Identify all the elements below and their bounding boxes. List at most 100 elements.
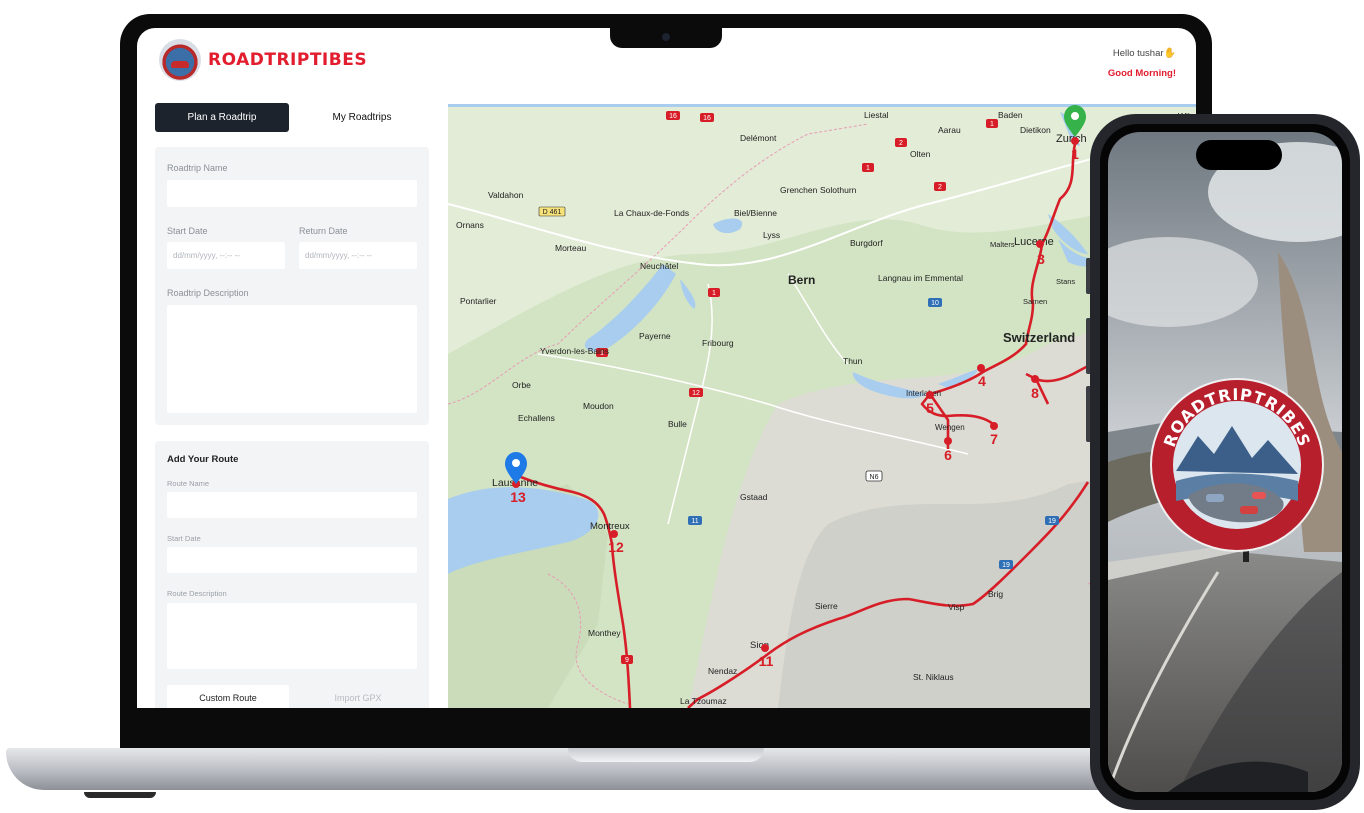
place-nendaz: Nendaz [708, 666, 737, 676]
brand-name[interactable]: ROADTRIPTIBES [208, 50, 367, 70]
laptop-screen: ROADTRIPTIBES Hello tushar✋ Good Morning… [137, 28, 1196, 708]
route-start-date-label: Start Date [167, 534, 201, 543]
stop-11: 11 [759, 653, 774, 669]
shield-d461: D 461 [543, 209, 562, 216]
roadtriptribes-badge: ROADTRIPTRIBES [1150, 378, 1324, 552]
route-name-input[interactable] [167, 492, 417, 518]
logo-car-icon [171, 61, 189, 68]
user-greeting: Hello tushar✋ Good Morning! [1108, 44, 1176, 84]
add-route-heading: Add Your Route [167, 454, 239, 465]
place-chauxdefonds: La Chaux-de-Fonds [614, 208, 689, 218]
place-payerne: Payerne [639, 331, 671, 341]
place-lyss: Lyss [763, 230, 780, 240]
place-langnau: Langnau im Emmental [878, 273, 963, 283]
start-date-placeholder: dd/mm/yyyy, --:-- -- [173, 251, 240, 260]
shield-16b: 16 [703, 115, 711, 122]
stop-1: 1 [1071, 146, 1079, 162]
start-date-label: Start Date [167, 226, 208, 236]
place-visp: Visp [948, 602, 965, 612]
route-description-label: Route Description [167, 589, 227, 598]
hello-text: Hello tushar [1112, 48, 1164, 59]
place-wengen: Wengen [935, 423, 965, 432]
wave-hand-icon: ✋ [1163, 48, 1176, 59]
place-bern: Bern [788, 273, 815, 287]
return-date-input[interactable]: dd/mm/yyyy, --:-- -- [299, 242, 417, 269]
laptop-camera [662, 33, 670, 41]
brand-logo[interactable] [159, 39, 201, 81]
place-malters: Malters [990, 240, 1015, 249]
shield-11: 11 [691, 518, 698, 525]
roadtrip-form-card: Roadtrip Name Start Date Return Date dd/… [155, 147, 429, 425]
stop-12: 12 [608, 539, 624, 555]
place-liestal: Liestal [864, 110, 889, 120]
place-bulle: Bulle [668, 419, 687, 429]
place-sarnen: Sarnen [1023, 297, 1047, 306]
laptop-hinge-lip [568, 748, 764, 762]
shield-9: 9 [625, 657, 629, 664]
stop-5: 5 [926, 400, 934, 416]
place-baden: Baden [998, 110, 1023, 120]
stop-4: 4 [978, 373, 986, 389]
place-fribourg: Fribourg [702, 338, 734, 348]
shield-1c: 1 [712, 290, 716, 297]
route-form-card: Add Your Route Route Name Start Date Rou… [155, 441, 429, 708]
time-greeting: Good Morning! [1107, 68, 1176, 79]
place-valdahon: Valdahon [488, 190, 524, 200]
roadtrip-name-input[interactable] [167, 180, 417, 207]
stop-13: 13 [510, 489, 526, 505]
shield-2a: 2 [899, 140, 903, 147]
stop-3: 3 [1037, 251, 1045, 267]
shield-16a: 16 [669, 113, 677, 120]
sidebar: Plan a Roadtrip My Roadtrips Roadtrip Na… [137, 103, 448, 708]
tab-plan-roadtrip[interactable]: Plan a Roadtrip [155, 103, 289, 132]
place-stniklaus: St. Niklaus [913, 672, 954, 682]
route-start-date-input[interactable] [167, 547, 417, 573]
place-neuchatel: Neuchâtel [640, 261, 678, 271]
place-thun: Thun [843, 356, 863, 366]
route-name-label: Route Name [167, 479, 210, 488]
place-moudon: Moudon [583, 401, 614, 411]
place-monthey: Monthey [588, 628, 621, 638]
tab-my-roadtrips[interactable]: My Roadtrips [295, 103, 429, 132]
stop-7: 7 [990, 431, 998, 447]
place-grenchen: Grenchen [780, 185, 818, 195]
place-orbe: Orbe [512, 380, 531, 390]
route-description-input[interactable] [167, 603, 417, 669]
place-gstaad: Gstaad [740, 492, 768, 502]
shield-12: 12 [692, 390, 700, 397]
stop-6: 6 [944, 447, 952, 463]
import-gpx-button[interactable]: Import GPX [297, 685, 419, 708]
place-morteau: Morteau [555, 243, 586, 253]
place-yverdon: Yverdon-les-Bains [540, 346, 609, 356]
phone-dynamic-island [1196, 140, 1282, 170]
shield-n6: N6 [870, 474, 879, 481]
place-latzoumaz: La Tzoumaz [680, 696, 727, 706]
place-stans: Stans [1056, 277, 1075, 286]
roadtrip-description-input[interactable] [167, 305, 417, 413]
place-interlaken: Interlaken [906, 389, 941, 398]
place-dietikon: Dietikon [1020, 125, 1051, 135]
place-pontarlier: Pontarlier [460, 296, 497, 306]
place-delemont: Delémont [740, 133, 777, 143]
place-ornans: Ornans [456, 220, 484, 230]
start-date-input[interactable]: dd/mm/yyyy, --:-- -- [167, 242, 285, 269]
shield-1a: 1 [866, 165, 870, 172]
custom-route-button[interactable]: Custom Route [167, 685, 289, 708]
place-solothurn: Solothurn [820, 185, 857, 195]
shield-19a: 19 [1048, 518, 1056, 525]
place-montreux: Montreux [590, 521, 630, 532]
place-burgdorf: Burgdorf [850, 238, 883, 248]
map-canvas[interactable]: 16 16 2 2 1 1 2 1 1 12 11 9 19 19 10 N6 … [448, 104, 1196, 708]
return-date-label: Return Date [299, 226, 348, 236]
route-map[interactable]: 16 16 2 2 1 1 2 1 1 12 11 9 19 19 10 N6 … [448, 104, 1196, 708]
place-zurich: Zurich [1056, 133, 1087, 145]
laptop-foot-left [84, 792, 156, 798]
place-aarau: Aarau [938, 125, 961, 135]
place-biel: Biel/Bienne [734, 208, 777, 218]
stop-8: 8 [1031, 385, 1039, 401]
return-date-placeholder: dd/mm/yyyy, --:-- -- [305, 251, 372, 260]
roadtrip-name-label: Roadtrip Name [167, 163, 228, 173]
place-brig: Brig [988, 589, 1003, 599]
shield-10: 10 [931, 300, 939, 307]
shield-1b: 1 [990, 121, 994, 128]
